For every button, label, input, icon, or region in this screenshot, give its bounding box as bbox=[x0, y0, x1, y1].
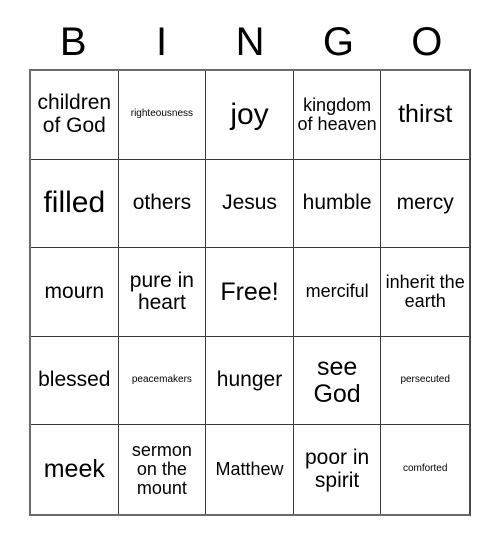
bingo-cell[interactable]: see God bbox=[293, 336, 382, 426]
bingo-cell-label: persecuted bbox=[400, 374, 450, 386]
bingo-cell-label: see God bbox=[313, 352, 361, 408]
bingo-cell[interactable]: pure in heart bbox=[118, 248, 207, 337]
bingo-cell[interactable]: poor in spirit bbox=[293, 425, 382, 514]
bingo-cell-label: filled bbox=[43, 186, 106, 220]
bingo-cell-label: poor in spirit bbox=[304, 446, 370, 492]
bingo-cell-label: thirst bbox=[398, 100, 453, 129]
bingo-cell-label: hunger bbox=[216, 368, 283, 392]
bingo-cell-label: blessed bbox=[38, 368, 111, 392]
bingo-cell[interactable]: filled bbox=[31, 159, 119, 249]
bingo-cell-label: pure in heart bbox=[129, 268, 194, 314]
bingo-cell-label: peacemakers bbox=[131, 374, 192, 386]
bingo-cell[interactable]: Matthew bbox=[206, 425, 294, 514]
bingo-cell-label: kingdom of heaven bbox=[297, 94, 377, 134]
bingo-cell-label: sermon on the mount bbox=[131, 439, 192, 499]
header-letter-n: N bbox=[235, 20, 265, 64]
bingo-cell-label: humble bbox=[302, 191, 372, 215]
bingo-cell[interactable]: persecuted bbox=[381, 336, 469, 426]
bingo-cell[interactable]: peacemakers bbox=[118, 336, 207, 426]
bingo-cell[interactable]: inherit the earth bbox=[381, 248, 469, 337]
bingo-cell-label: mercy bbox=[396, 191, 454, 215]
bingo-cell[interactable]: others bbox=[118, 159, 207, 249]
bingo-cell[interactable]: humble bbox=[293, 159, 382, 249]
bingo-cell-label: righteousness bbox=[130, 108, 194, 120]
bingo-cell[interactable]: blessed bbox=[31, 336, 119, 426]
bingo-cell-label: Matthew bbox=[215, 459, 284, 480]
bingo-cell[interactable]: joy bbox=[206, 71, 294, 160]
header-letter-g: G bbox=[322, 20, 354, 64]
bingo-cell-label: merciful bbox=[305, 281, 369, 302]
bingo-cell-label: others bbox=[132, 191, 192, 215]
bingo-cell[interactable]: children of God bbox=[31, 71, 119, 160]
bingo-cell-label: meek bbox=[43, 455, 105, 484]
header-letter-b: B bbox=[59, 20, 87, 64]
bingo-cell-label: mourn bbox=[44, 279, 105, 303]
bingo-cell-label: Jesus bbox=[222, 191, 277, 215]
bingo-cell[interactable]: hunger bbox=[206, 336, 294, 426]
bingo-cell[interactable]: merciful bbox=[293, 248, 382, 337]
bingo-cell-label: Free! bbox=[220, 277, 279, 306]
bingo-cell[interactable]: mercy bbox=[381, 159, 469, 249]
bingo-cell[interactable]: kingdom of heaven bbox=[293, 71, 382, 160]
bingo-cell[interactable]: comforted bbox=[381, 425, 469, 514]
bingo-header-row: B I N G O bbox=[29, 17, 471, 67]
bingo-cell-label: joy bbox=[230, 97, 269, 131]
bingo-cell-label: inherit the earth bbox=[385, 271, 465, 311]
bingo-cell[interactable]: thirst bbox=[381, 71, 469, 160]
bingo-grid: children of God righteousness joy kingdom o… bbox=[29, 69, 471, 516]
bingo-cell[interactable]: righteousness bbox=[118, 71, 207, 160]
header-letter-i: I bbox=[156, 20, 168, 64]
bingo-card: B I N G O children of God righteousness jo… bbox=[0, 0, 500, 544]
bingo-cell[interactable]: meek bbox=[31, 425, 119, 514]
header-letter-o: O bbox=[411, 20, 443, 64]
bingo-cell-label: children of God bbox=[37, 91, 112, 137]
bingo-cell-label: comforted bbox=[402, 463, 448, 475]
bingo-cell[interactable]: mourn bbox=[31, 248, 119, 337]
bingo-cell[interactable]: sermon on the mount bbox=[118, 425, 207, 514]
bingo-cell[interactable]: Jesus bbox=[206, 159, 294, 249]
bingo-free-space[interactable]: Free! bbox=[206, 248, 294, 337]
